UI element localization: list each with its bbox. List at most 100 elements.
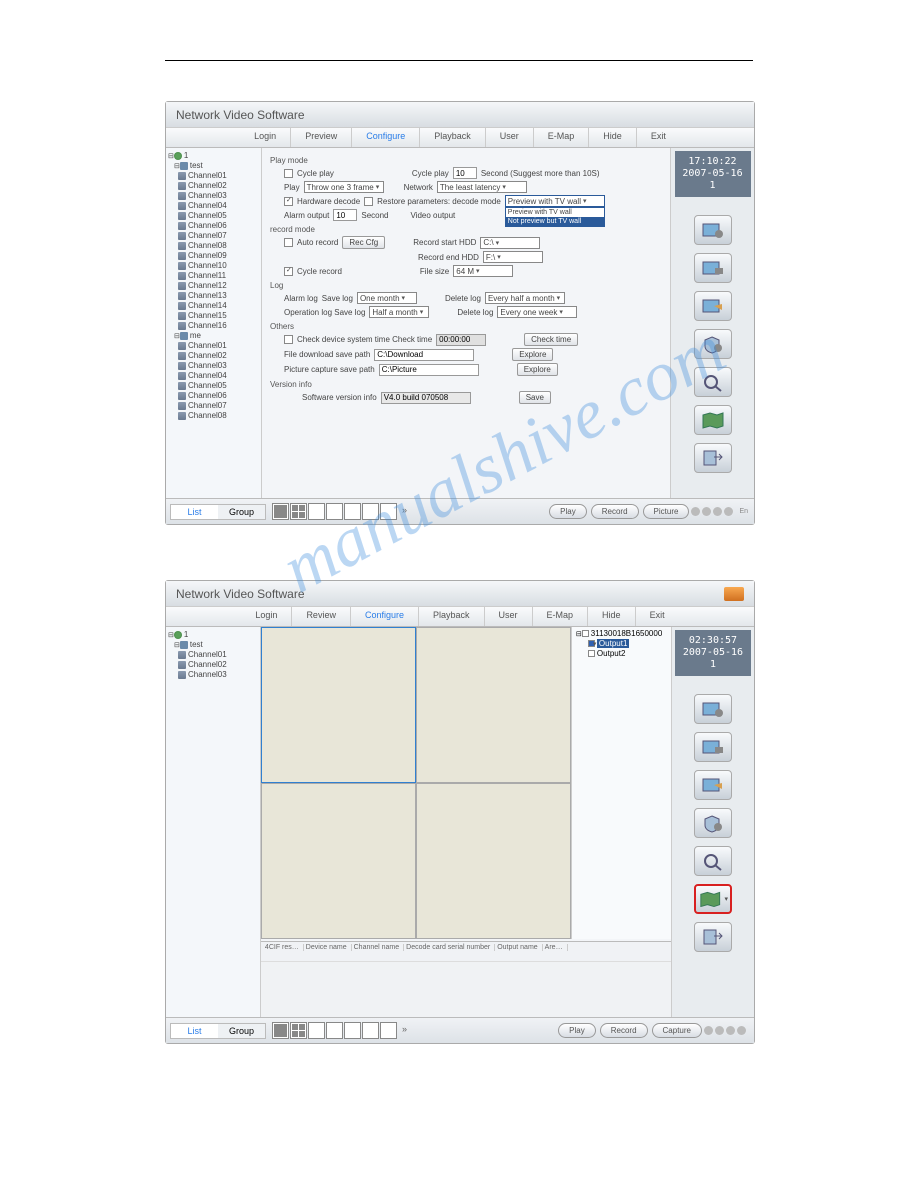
network-select[interactable]: The least latency — [437, 181, 527, 193]
layout-1[interactable] — [272, 1022, 289, 1039]
col-5[interactable]: Are… — [545, 944, 568, 951]
list-tab[interactable]: List — [171, 1024, 218, 1038]
cycle-play-seconds[interactable] — [453, 167, 477, 179]
record-button[interactable]: Record — [591, 504, 639, 519]
menu-exit[interactable]: Exit — [637, 128, 680, 147]
menu-emap[interactable]: E-Map — [534, 128, 590, 147]
menu-user[interactable]: User — [485, 607, 533, 626]
layout-9[interactable] — [344, 503, 361, 520]
record-button[interactable]: Record — [600, 1023, 648, 1038]
preview-grid[interactable] — [261, 627, 571, 939]
layout-9[interactable] — [344, 1022, 361, 1039]
col-2[interactable]: Channel name — [354, 944, 405, 951]
check-time-checkbox[interactable] — [284, 335, 293, 344]
layout-8[interactable] — [326, 1022, 343, 1039]
alarm-save-select[interactable]: One month — [357, 292, 417, 304]
record-schedule-icon[interactable] — [694, 770, 732, 800]
layout-6[interactable] — [308, 503, 325, 520]
play-button[interactable]: Play — [558, 1023, 596, 1038]
picture-button[interactable]: Picture — [643, 504, 690, 519]
map-icon[interactable] — [694, 884, 732, 914]
menu-configure[interactable]: Configure — [352, 128, 420, 147]
save-button[interactable]: Save — [519, 391, 551, 404]
group-tab[interactable]: Group — [218, 1024, 265, 1038]
group-tab[interactable]: Group — [218, 505, 265, 519]
preview-cell-4[interactable] — [416, 783, 571, 939]
pic-cap-input[interactable] — [379, 364, 479, 376]
layout-1[interactable] — [272, 503, 289, 520]
layout-6[interactable] — [308, 1022, 325, 1039]
preview-mode-select[interactable]: Preview with TV wall — [505, 195, 605, 207]
capture-button[interactable]: Capture — [652, 1023, 702, 1038]
menu-preview[interactable]: Preview — [291, 128, 352, 147]
output-device[interactable]: 31130018B1650000 — [591, 629, 662, 638]
start-hdd-select[interactable]: C:\ — [480, 237, 540, 249]
cycle-record-checkbox[interactable] — [284, 267, 293, 276]
play-select[interactable]: Throw one 3 frame — [304, 181, 384, 193]
menu-emap[interactable]: E-Map — [533, 607, 589, 626]
record-schedule-icon[interactable] — [694, 291, 732, 321]
menu-review[interactable]: Review — [292, 607, 351, 626]
security-icon[interactable] — [694, 329, 732, 359]
layout-8[interactable] — [326, 503, 343, 520]
menu-playback[interactable]: Playback — [419, 607, 485, 626]
hw-decode-checkbox[interactable] — [284, 197, 293, 206]
list-tab[interactable]: List — [171, 505, 218, 519]
layout-more[interactable]: » — [398, 503, 411, 520]
remote-config-icon[interactable] — [694, 732, 732, 762]
alarm-output-input[interactable] — [333, 209, 357, 221]
menu-playback[interactable]: Playback — [420, 128, 486, 147]
file-size-select[interactable]: 64 M — [453, 265, 513, 277]
output-tree[interactable]: ⊟31130018B1650000 Output1 Output2 — [571, 627, 671, 939]
col-0[interactable]: 4CIF res… — [265, 944, 304, 951]
download-icon[interactable] — [724, 587, 744, 601]
menu-hide[interactable]: Hide — [589, 128, 637, 147]
restore-checkbox[interactable] — [364, 197, 373, 206]
output-1[interactable]: Output1 — [597, 639, 629, 648]
explore-button-2[interactable]: Explore — [517, 363, 558, 376]
preview-opt-1[interactable]: Not preview but TV wall — [506, 217, 604, 226]
layout-25[interactable] — [380, 1022, 397, 1039]
check-time-button[interactable]: Check time — [524, 333, 578, 346]
menu-login[interactable]: Login — [241, 607, 292, 626]
auto-record-checkbox[interactable] — [284, 238, 293, 247]
col-4[interactable]: Output name — [497, 944, 542, 951]
preview-opt-0[interactable]: Preview with TV wall — [506, 208, 604, 217]
layout-16[interactable] — [362, 503, 379, 520]
menu-hide[interactable]: Hide — [588, 607, 636, 626]
search-icon[interactable] — [694, 846, 732, 876]
file-dl-input[interactable] — [374, 349, 474, 361]
local-config-icon[interactable] — [694, 215, 732, 245]
end-hdd-select[interactable]: F:\ — [483, 251, 543, 263]
menu-configure[interactable]: Configure — [351, 607, 419, 626]
preview-cell-3[interactable] — [261, 783, 416, 939]
layout-more[interactable]: » — [398, 1022, 411, 1039]
preview-cell-2[interactable] — [416, 627, 571, 783]
cycle-play-checkbox[interactable] — [284, 169, 293, 178]
menu-login[interactable]: Login — [240, 128, 291, 147]
exit-icon[interactable] — [694, 443, 732, 473]
play-button[interactable]: Play — [549, 504, 587, 519]
col-3[interactable]: Decode card serial number — [406, 944, 495, 951]
remote-config-icon[interactable] — [694, 253, 732, 283]
security-icon[interactable] — [694, 808, 732, 838]
search-icon[interactable] — [694, 367, 732, 397]
explore-button-1[interactable]: Explore — [512, 348, 553, 361]
menu-user[interactable]: User — [486, 128, 534, 147]
exit-icon[interactable] — [694, 922, 732, 952]
device-tree[interactable]: ⊟ 1⊟ testChannel01Channel02Channel03Chan… — [166, 148, 262, 498]
layout-16[interactable] — [362, 1022, 379, 1039]
alarm-delete-select[interactable]: Every half a month — [485, 292, 565, 304]
preview-mode-dropdown[interactable]: Preview with TV wall Not preview but TV … — [505, 207, 605, 227]
op-save-select[interactable]: Half a month — [369, 306, 429, 318]
layout-4[interactable] — [290, 1022, 307, 1039]
rec-cfg-button[interactable]: Rec Cfg — [342, 236, 385, 249]
output-2[interactable]: Output2 — [597, 649, 625, 658]
col-1[interactable]: Device name — [306, 944, 352, 951]
layout-4[interactable] — [290, 503, 307, 520]
preview-cell-1[interactable] — [261, 627, 416, 783]
local-config-icon[interactable] — [694, 694, 732, 724]
menu-exit[interactable]: Exit — [636, 607, 679, 626]
op-delete-select[interactable]: Every one week — [497, 306, 577, 318]
layout-25[interactable] — [380, 503, 397, 520]
